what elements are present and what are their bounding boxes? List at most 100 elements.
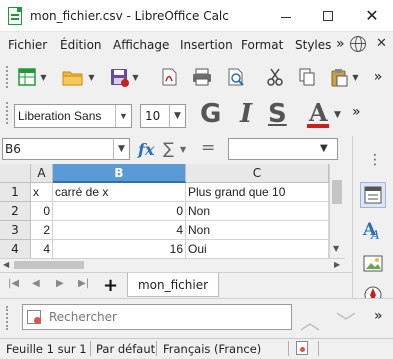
print-button[interactable] bbox=[188, 64, 216, 90]
scroll-left-icon[interactable]: ◀ bbox=[3, 260, 9, 269]
document-modified-icon[interactable] bbox=[296, 341, 308, 355]
cut-button[interactable] bbox=[262, 64, 288, 90]
cell-b2[interactable]: 0 bbox=[53, 202, 186, 221]
chevron-down-icon[interactable]: ▼ bbox=[180, 145, 186, 154]
printer-icon bbox=[193, 68, 211, 86]
sheet-tab[interactable]: mon_fichier bbox=[127, 273, 219, 297]
next-sheet-icon[interactable]: ▶ bbox=[56, 278, 64, 289]
print-preview-button[interactable] bbox=[222, 64, 250, 90]
find-previous-button[interactable]: ︿ bbox=[300, 306, 320, 335]
open-button[interactable]: ▼ bbox=[58, 64, 98, 90]
toolbar-grip[interactable] bbox=[6, 306, 8, 330]
row-header-2[interactable]: 2 bbox=[0, 202, 31, 221]
find-next-button[interactable]: ﹀ bbox=[336, 306, 356, 335]
bold-button[interactable]: G bbox=[200, 99, 221, 129]
last-sheet-icon[interactable]: ▶| bbox=[78, 278, 89, 289]
vertical-scroll-thumb[interactable] bbox=[332, 180, 342, 204]
menu-fichier[interactable]: Fichier bbox=[8, 38, 47, 52]
font-color-button[interactable]: A bbox=[309, 98, 328, 127]
chevron-down-icon[interactable]: ▼ bbox=[169, 105, 185, 127]
select-all-corner[interactable] bbox=[0, 164, 31, 183]
copy-button[interactable] bbox=[294, 64, 320, 90]
toolbar-grip[interactable] bbox=[6, 102, 8, 124]
menu-edition[interactable]: Édition bbox=[60, 38, 102, 52]
add-sheet-button[interactable]: + bbox=[103, 275, 118, 296]
cell-b4[interactable]: 16 bbox=[53, 240, 186, 258]
find-icon bbox=[27, 310, 41, 324]
font-size-combo[interactable]: 10 ▼ bbox=[140, 104, 186, 128]
toolbar-grip[interactable] bbox=[6, 66, 8, 88]
close-window-button[interactable]: ✕ bbox=[351, 0, 393, 32]
scroll-down-icon[interactable]: ▼ bbox=[333, 244, 339, 253]
underline-button[interactable]: S bbox=[268, 99, 287, 129]
sum-button[interactable]: ∑ bbox=[163, 139, 174, 158]
row-header-4[interactable]: 4 bbox=[0, 240, 31, 258]
maximize-button[interactable] bbox=[307, 0, 349, 32]
close-document-button[interactable]: ✕ bbox=[376, 36, 387, 51]
cell-c2[interactable]: Non bbox=[186, 202, 329, 221]
chevron-down-icon[interactable]: ▼ bbox=[113, 139, 129, 159]
name-box[interactable]: B6 ▼ bbox=[2, 138, 130, 160]
formatting-overflow-button[interactable]: » bbox=[352, 104, 361, 120]
menu-insertion[interactable]: Insertion bbox=[180, 38, 233, 52]
status-separator bbox=[156, 341, 157, 356]
paste-button[interactable]: ▼ bbox=[328, 64, 360, 90]
cell-c1[interactable]: Plus grand que 10 bbox=[186, 183, 329, 202]
column-header-b[interactable]: B bbox=[53, 164, 186, 183]
row-header-3[interactable]: 3 bbox=[0, 221, 31, 240]
cell-c4[interactable]: Oui bbox=[186, 240, 329, 258]
horizontal-scroll-thumb[interactable] bbox=[14, 261, 84, 269]
new-spreadsheet-button[interactable]: ▼ bbox=[14, 64, 50, 90]
clipboard-icon bbox=[331, 69, 348, 87]
chevron-down-icon[interactable]: ▼ bbox=[334, 110, 341, 120]
cell-b1[interactable]: carré de x bbox=[53, 183, 186, 202]
status-page-style[interactable]: Par défaut bbox=[96, 342, 155, 356]
menu-insertion-label: Insertion bbox=[180, 38, 233, 52]
status-language[interactable]: Français (France) bbox=[163, 342, 261, 356]
cell-a4[interactable]: 4 bbox=[31, 240, 53, 258]
menu-overflow-button[interactable]: » bbox=[336, 36, 345, 52]
title-bar: mon_fichier.csv - LibreOffice Calc ✕ bbox=[0, 0, 393, 32]
status-separator bbox=[318, 341, 319, 356]
name-box-value: B6 bbox=[5, 142, 21, 156]
cell-b3[interactable]: 4 bbox=[53, 221, 186, 240]
find-overflow-button[interactable]: » bbox=[374, 308, 383, 324]
menu-affichage[interactable]: Affichage bbox=[113, 38, 169, 52]
italic-button[interactable]: I bbox=[240, 99, 252, 129]
export-pdf-button[interactable] bbox=[156, 64, 182, 90]
cell-a2[interactable]: 0 bbox=[31, 202, 53, 221]
sidebar-properties-button[interactable] bbox=[360, 182, 386, 208]
cell-c3[interactable]: Non bbox=[186, 221, 329, 240]
menu-styles-label: Styles bbox=[295, 38, 332, 52]
expand-formula-icon[interactable]: ▼ bbox=[320, 143, 328, 154]
sidebar-styles-button[interactable]: AA bbox=[360, 216, 386, 242]
column-header-c[interactable]: C bbox=[186, 164, 329, 183]
font-size-value: 10 bbox=[145, 109, 161, 123]
formula-button[interactable]: = bbox=[201, 138, 215, 158]
menu-format[interactable]: Format bbox=[241, 38, 283, 52]
sidebar-menu-icon[interactable]: ⋮ bbox=[368, 152, 382, 168]
spreadsheet-grid[interactable]: A B C 1 2 3 4 5 x carré de x Plus grand … bbox=[0, 164, 345, 258]
standard-toolbar: ▼ ▼ ▼ ▼ » bbox=[0, 58, 393, 96]
status-sheet-position: Feuille 1 sur 1 bbox=[6, 342, 87, 356]
globe-icon[interactable] bbox=[350, 36, 366, 52]
function-wizard-button[interactable]: fx bbox=[138, 140, 154, 159]
save-button[interactable]: ▼ bbox=[104, 64, 144, 90]
cell-a3[interactable]: 2 bbox=[31, 221, 53, 240]
chevron-down-icon: ▼ bbox=[132, 72, 139, 82]
menu-fichier-label: Fichier bbox=[8, 38, 48, 52]
font-name-combo[interactable]: Liberation Sans ▼ bbox=[14, 104, 132, 128]
column-header-a[interactable]: A bbox=[31, 164, 53, 183]
first-sheet-icon[interactable]: |◀ bbox=[8, 278, 19, 289]
cell-a1[interactable]: x bbox=[31, 183, 53, 202]
menu-styles[interactable]: Styles bbox=[295, 38, 331, 52]
toolbar-overflow-button[interactable]: » bbox=[366, 64, 390, 90]
scroll-right-icon[interactable]: ▶ bbox=[334, 260, 340, 269]
sidebar-gallery-button[interactable] bbox=[360, 250, 386, 276]
row-header-1[interactable]: 1 bbox=[0, 183, 31, 202]
chevron-down-icon[interactable]: ▼ bbox=[115, 105, 131, 127]
status-separator bbox=[288, 341, 289, 356]
menu-edition-label: Édition bbox=[60, 38, 102, 52]
previous-sheet-icon[interactable]: ◀ bbox=[32, 278, 40, 289]
minimize-button[interactable] bbox=[265, 0, 307, 32]
